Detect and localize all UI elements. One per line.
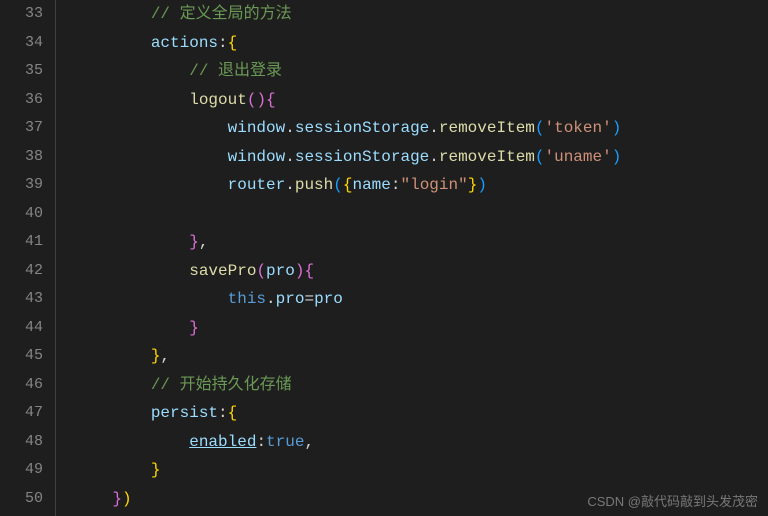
code-token: : [218,404,228,422]
line-number: 36 [6,86,43,115]
code-token: sessionStorage [295,119,429,137]
code-token: } [189,233,199,251]
code-token: savePro [189,262,256,280]
code-token: ) [612,148,622,166]
code-token: { [228,404,238,422]
code-line[interactable]: persist:{ [74,399,768,428]
code-line[interactable]: // 退出登录 [74,57,768,86]
code-token: ( [333,176,343,194]
code-token: : [256,433,266,451]
code-token: ( [535,148,545,166]
code-token: ) [477,176,487,194]
code-token: . [429,148,439,166]
code-token: ) [122,490,132,508]
code-token: . [285,148,295,166]
code-token: 'uname' [545,148,612,166]
line-number: 47 [6,399,43,428]
code-token: 'token' [545,119,612,137]
code-token: true [266,433,304,451]
code-token: } [151,461,161,479]
code-token: pro [276,290,305,308]
code-line[interactable]: window.sessionStorage.removeItem('token'… [74,114,768,143]
code-token: logout [189,91,247,109]
code-token: // 定义全局的方法 [151,5,292,23]
line-number: 40 [6,200,43,229]
line-number: 50 [6,485,43,514]
code-line[interactable]: }, [74,228,768,257]
watermark-text: CSDN @敲代码敲到头发茂密 [587,491,758,510]
code-editor[interactable]: 333435363738394041424344454647484950 // … [0,0,768,516]
line-number: 37 [6,114,43,143]
line-number: 41 [6,228,43,257]
line-number-gutter: 333435363738394041424344454647484950 [0,0,56,516]
code-token: // 退出登录 [189,62,282,80]
code-token: . [285,119,295,137]
code-token: ) [256,91,266,109]
code-content-area[interactable]: // 定义全局的方法 actions:{ // 退出登录 logout(){ w… [56,0,768,516]
code-token: // 开始持久化存储 [151,376,292,394]
code-token: sessionStorage [295,148,429,166]
line-number: 42 [6,257,43,286]
code-token: pro [266,262,295,280]
code-line[interactable]: savePro(pro){ [74,257,768,286]
line-number: 49 [6,456,43,485]
line-number: 45 [6,342,43,371]
line-number: 43 [6,285,43,314]
code-line[interactable]: }, [74,342,768,371]
code-token: pro [314,290,343,308]
code-token: persist [151,404,218,422]
code-token: } [112,490,122,508]
code-token: "login" [400,176,467,194]
code-token: . [285,176,295,194]
code-line[interactable]: // 定义全局的方法 [74,0,768,29]
code-line[interactable]: actions:{ [74,29,768,58]
code-token: , [199,233,209,251]
code-token: enabled [189,433,256,451]
code-token: { [266,91,276,109]
code-line[interactable]: } [74,314,768,343]
code-token: name [352,176,390,194]
code-line[interactable] [74,200,768,229]
code-line[interactable]: this.pro=pro [74,285,768,314]
code-token: : [218,34,228,52]
code-token: } [468,176,478,194]
code-token: window [228,119,286,137]
code-token: , [304,433,314,451]
code-token: removeItem [439,119,535,137]
code-token: } [189,319,199,337]
line-number: 48 [6,428,43,457]
code-line[interactable]: window.sessionStorage.removeItem('uname'… [74,143,768,172]
code-line[interactable]: enabled:true, [74,428,768,457]
code-token: router [228,176,286,194]
code-line[interactable]: // 开始持久化存储 [74,371,768,400]
line-number: 34 [6,29,43,58]
code-token: . [429,119,439,137]
code-token: removeItem [439,148,535,166]
code-token: window [228,148,286,166]
code-token: { [228,34,238,52]
code-token: = [304,290,314,308]
code-token: } [151,347,161,365]
code-token: . [266,290,276,308]
code-token: actions [151,34,218,52]
code-token: , [160,347,170,365]
code-token: ( [256,262,266,280]
code-token: ) [612,119,622,137]
line-number: 35 [6,57,43,86]
line-number: 46 [6,371,43,400]
line-number: 38 [6,143,43,172]
code-token: ( [535,119,545,137]
line-number: 33 [6,0,43,29]
code-token: ( [247,91,257,109]
line-number: 39 [6,171,43,200]
line-number: 44 [6,314,43,343]
code-line[interactable]: logout(){ [74,86,768,115]
code-line[interactable]: } [74,456,768,485]
code-token: this [228,290,266,308]
code-line[interactable]: router.push({name:"login"}) [74,171,768,200]
code-token: { [304,262,314,280]
code-token: push [295,176,333,194]
